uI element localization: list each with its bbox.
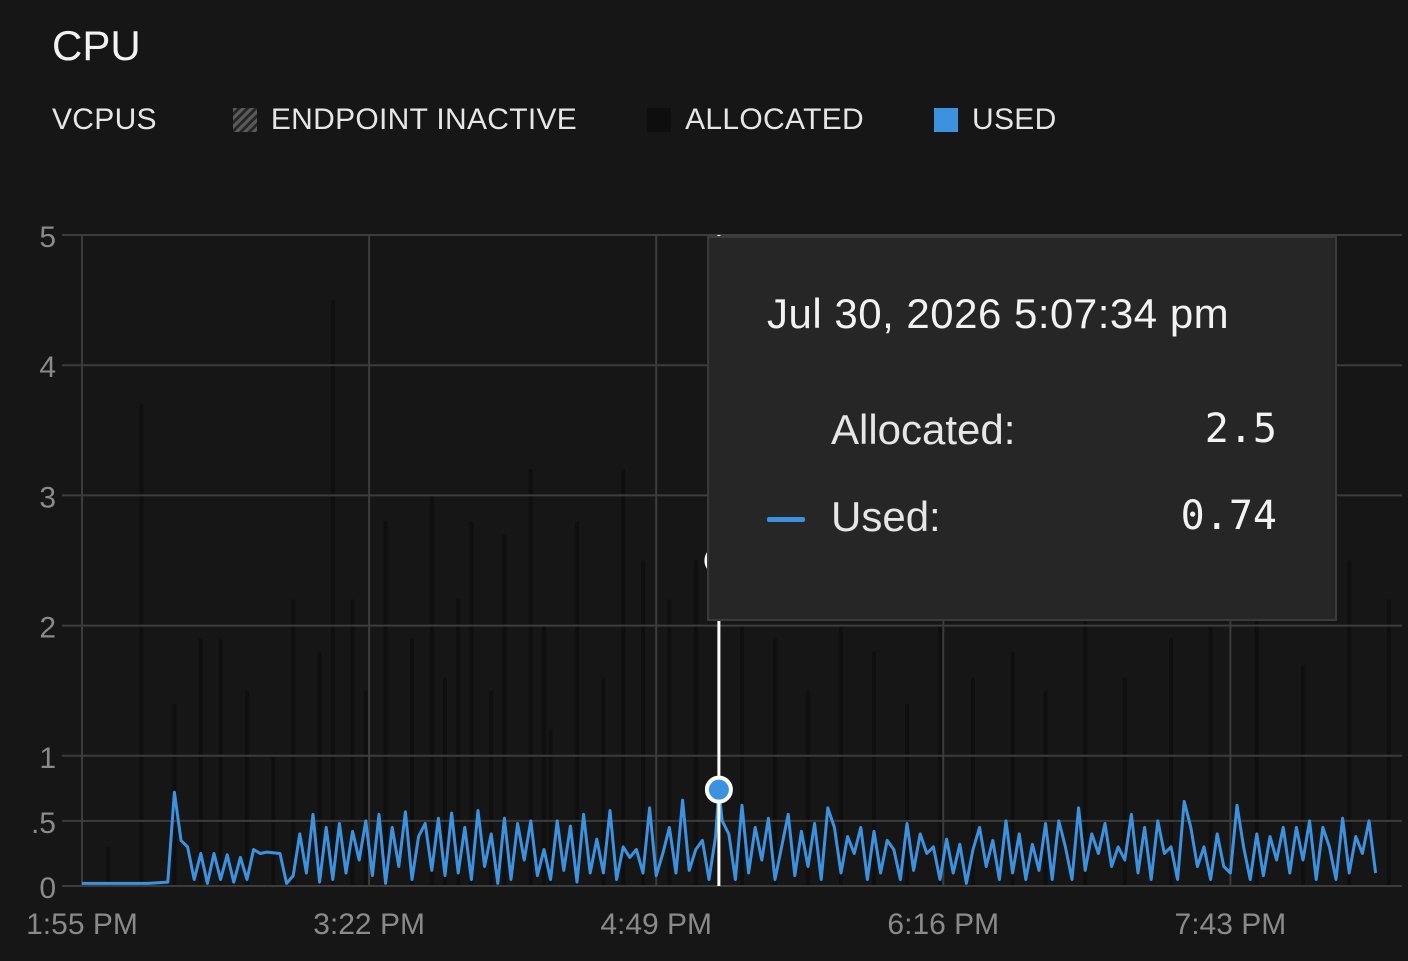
y-tick-label: .5: [31, 807, 56, 840]
x-tick-label: 1:55 PM: [26, 908, 138, 941]
tooltip-allocated-value: 2.5: [1204, 406, 1277, 452]
x-tick-label: 6:16 PM: [887, 908, 999, 941]
x-tick-label: 3:22 PM: [313, 908, 425, 941]
y-tick-label: 5: [39, 221, 56, 254]
tooltip-row-used: Used: 0.74: [709, 493, 1335, 543]
allocated-bar: [456, 599, 461, 886]
allocated-bar: [198, 638, 203, 886]
allocated-bar: [383, 521, 388, 886]
allocated-bar: [139, 404, 144, 886]
allocated-bar: [905, 703, 909, 886]
used-point-marker: [704, 775, 733, 804]
allocated-bar: [621, 469, 626, 886]
tooltip-used-label: Used:: [831, 493, 941, 540]
allocated-bar: [489, 690, 494, 886]
tooltip-timestamp: Jul 30, 2026 5:07:34 pm: [767, 290, 1230, 337]
used-line-marker-icon: [767, 517, 805, 522]
x-tick-label: 4:49 PM: [600, 908, 712, 941]
allocated-bar: [1043, 690, 1048, 886]
used-series-line: [82, 788, 1378, 885]
y-tick-label: 0: [39, 872, 56, 905]
allocated-bar: [1347, 560, 1352, 886]
allocated-bar: [317, 651, 322, 886]
allocated-bar: [469, 521, 474, 886]
y-tick-label: 2: [39, 612, 56, 645]
allocated-bar: [773, 638, 777, 886]
tooltip-row-allocated: Allocated: 2.5: [709, 406, 1335, 456]
allocated-bar: [410, 638, 414, 886]
allocated-bar: [641, 560, 645, 886]
allocated-bar: [291, 599, 296, 886]
allocated-bar: [330, 300, 335, 887]
allocated-bar: [429, 495, 434, 886]
allocated-bar: [245, 690, 249, 886]
allocated-bar: [106, 846, 111, 886]
x-tick-label: 7:43 PM: [1175, 908, 1287, 941]
allocated-bar: [1386, 599, 1391, 886]
allocated-bar: [218, 638, 223, 886]
tooltip-allocated-label: Allocated:: [831, 406, 1016, 453]
chart-tooltip: Jul 30, 2026 5:07:34 pm Allocated: 2.5 U…: [707, 236, 1337, 621]
tooltip-used-value: 0.74: [1180, 493, 1277, 539]
allocated-bar: [575, 521, 579, 886]
y-tick-label: 1: [39, 742, 56, 775]
allocated-bar: [693, 560, 698, 886]
y-tick-label: 3: [39, 481, 56, 514]
y-tick-label: 4: [39, 351, 56, 384]
allocated-bar: [363, 690, 368, 886]
